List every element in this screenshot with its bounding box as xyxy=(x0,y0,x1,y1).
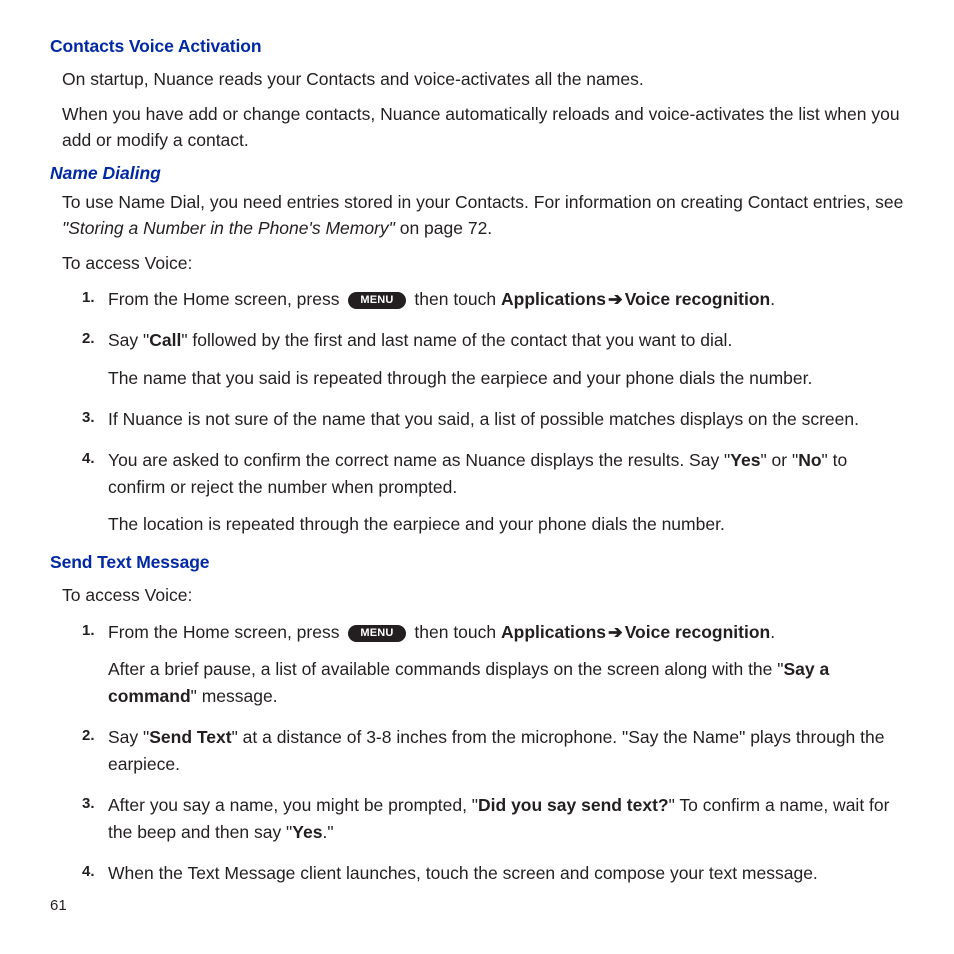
sub-paragraph: After a brief pause, a list of available… xyxy=(108,656,908,710)
sub-paragraph: The location is repeated through the ear… xyxy=(108,511,908,538)
arrow-icon: ➔ xyxy=(606,289,625,309)
text: From the Home screen, press xyxy=(108,289,344,309)
voice-command: Yes xyxy=(730,450,760,470)
text: " followed by the first and last name of… xyxy=(181,330,732,350)
page-number: 61 xyxy=(50,897,67,914)
text: . xyxy=(770,622,775,642)
list-item: 4. You are asked to confirm the correct … xyxy=(108,447,908,538)
item-number: 2. xyxy=(82,724,95,747)
heading-contacts-voice-activation: Contacts Voice Activation xyxy=(50,36,908,57)
paragraph: To access Voice: xyxy=(50,583,908,608)
list-item: 2. Say "Call" followed by the first and … xyxy=(108,327,908,391)
text: then touch xyxy=(410,622,501,642)
voice-command: Yes xyxy=(292,822,322,842)
text: Say " xyxy=(108,330,149,350)
ui-path: Voice recognition xyxy=(625,289,771,309)
section-contacts-voice-activation: Contacts Voice Activation On startup, Nu… xyxy=(50,36,908,153)
list-item: 1. From the Home screen, press MENU then… xyxy=(108,619,908,710)
list-item: 3. After you say a name, you might be pr… xyxy=(108,792,908,846)
list-item: 2. Say "Send Text" at a distance of 3-8 … xyxy=(108,724,908,778)
text: " message. xyxy=(191,686,278,706)
text: From the Home screen, press xyxy=(108,622,344,642)
heading-send-text-message: Send Text Message xyxy=(50,552,908,573)
heading-name-dialing: Name Dialing xyxy=(50,163,908,184)
section-send-text-message: Send Text Message To access Voice: 1. Fr… xyxy=(50,552,908,887)
paragraph: To access Voice: xyxy=(50,251,908,276)
cross-reference: "Storing a Number in the Phone's Memory" xyxy=(62,218,395,238)
text: on page 72. xyxy=(395,218,492,238)
item-number: 4. xyxy=(82,860,95,883)
list-item: 3. If Nuance is not sure of the name tha… xyxy=(108,406,908,433)
text: ." xyxy=(322,822,333,842)
text: " or " xyxy=(760,450,798,470)
list-item: 1. From the Home screen, press MENU then… xyxy=(108,286,908,313)
list-item: 4. When the Text Message client launches… xyxy=(108,860,908,887)
item-number: 4. xyxy=(82,447,95,470)
text: After a brief pause, a list of available… xyxy=(108,659,783,679)
voice-command: Send Text xyxy=(149,727,231,747)
paragraph: On startup, Nuance reads your Contacts a… xyxy=(50,67,908,92)
section-name-dialing: Name Dialing To use Name Dial, you need … xyxy=(50,163,908,538)
ui-text: Did you say send text? xyxy=(478,795,669,815)
sub-paragraph: The name that you said is repeated throu… xyxy=(108,365,908,392)
menu-button-icon: MENU xyxy=(348,292,405,309)
voice-command: Call xyxy=(149,330,181,350)
text: If Nuance is not sure of the name that y… xyxy=(108,409,859,429)
ui-path: Applications xyxy=(501,289,606,309)
ui-path: Applications xyxy=(501,622,606,642)
document-page: Contacts Voice Activation On startup, Nu… xyxy=(0,0,954,922)
text: To use Name Dial, you need entries store… xyxy=(62,192,903,212)
item-number: 3. xyxy=(82,406,95,429)
item-number: 3. xyxy=(82,792,95,815)
voice-command: No xyxy=(798,450,821,470)
ordered-list: 1. From the Home screen, press MENU then… xyxy=(50,619,908,888)
ordered-list: 1. From the Home screen, press MENU then… xyxy=(50,286,908,538)
text: After you say a name, you might be promp… xyxy=(108,795,478,815)
text: then touch xyxy=(410,289,501,309)
text: When the Text Message client launches, t… xyxy=(108,863,818,883)
text: You are asked to confirm the correct nam… xyxy=(108,450,730,470)
item-number: 1. xyxy=(82,619,95,642)
ui-path: Voice recognition xyxy=(625,622,771,642)
item-number: 2. xyxy=(82,327,95,350)
menu-button-icon: MENU xyxy=(348,625,405,642)
paragraph: When you have add or change contacts, Nu… xyxy=(50,102,908,153)
text: . xyxy=(770,289,775,309)
arrow-icon: ➔ xyxy=(606,622,625,642)
item-number: 1. xyxy=(82,286,95,309)
paragraph: To use Name Dial, you need entries store… xyxy=(50,190,908,241)
text: Say " xyxy=(108,727,149,747)
